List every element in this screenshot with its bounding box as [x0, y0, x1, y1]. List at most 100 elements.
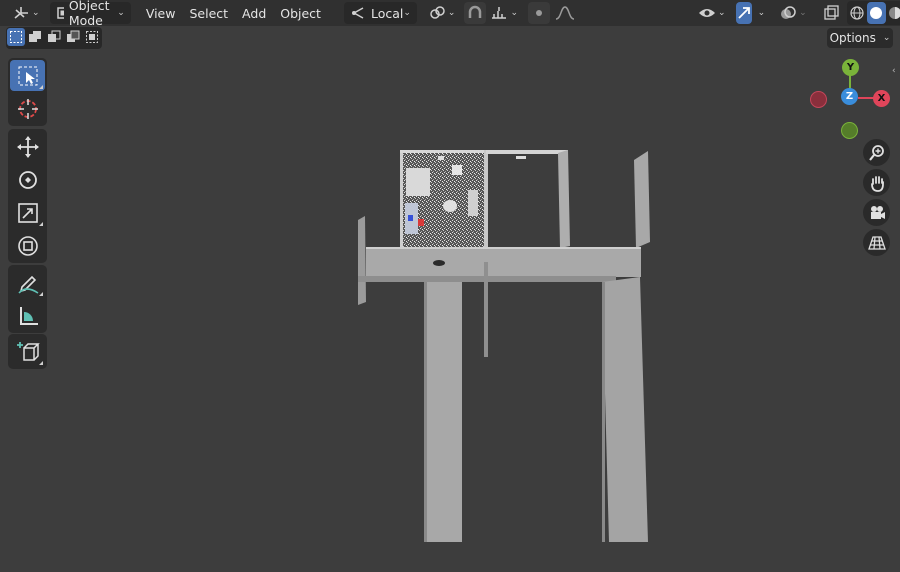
- axes-editor-icon: [14, 7, 28, 19]
- orientation-icon: [351, 7, 364, 19]
- material-sphere-icon: [889, 7, 900, 19]
- link-pivot-icon: [430, 6, 445, 19]
- chevron-down-icon[interactable]: ⌄: [758, 8, 766, 18]
- transform-tool[interactable]: [10, 230, 45, 261]
- magnet-icon: [469, 5, 482, 18]
- measure-tool[interactable]: [10, 300, 45, 331]
- eye-icon: [699, 9, 716, 17]
- bed: [406, 168, 430, 196]
- select-difference-button[interactable]: [64, 28, 82, 46]
- axis-z-button[interactable]: Z: [841, 88, 858, 105]
- gizmo-arrow-icon: [737, 7, 750, 19]
- wireframe-sphere-icon: [850, 6, 864, 20]
- axis-neg-y-button[interactable]: [841, 122, 858, 139]
- wireframe-shading-button[interactable]: [848, 2, 867, 24]
- overlays-toggle[interactable]: ⌄: [777, 2, 809, 24]
- select-new-button[interactable]: [7, 28, 25, 46]
- snap-increment-icon: [492, 7, 507, 19]
- scene-render: [358, 150, 650, 542]
- scale-tool[interactable]: [10, 197, 45, 228]
- menu-object[interactable]: Object: [273, 6, 328, 21]
- transform-orientation-dropdown[interactable]: Local ⌄: [343, 2, 417, 24]
- falloff-curve-icon: [555, 6, 575, 20]
- add-cube-icon: [16, 341, 40, 361]
- axis-x-line: [858, 97, 874, 99]
- chevron-down-icon: ⌄: [403, 8, 411, 18]
- xray-toggle[interactable]: [821, 2, 841, 24]
- hand-pan-icon: [870, 175, 884, 192]
- select-difference-icon: [67, 30, 80, 42]
- solid-sphere-icon: [870, 7, 883, 19]
- cursor-tool[interactable]: [10, 93, 45, 124]
- move-tool[interactable]: [10, 131, 45, 162]
- toolbar-group-transform: [8, 129, 47, 263]
- object-mode-icon: [56, 7, 64, 19]
- snap-toggle[interactable]: [464, 2, 487, 24]
- measure-icon: [19, 306, 38, 325]
- select-mode-buttons: [6, 27, 102, 49]
- editor-type-button[interactable]: ⌄: [8, 2, 44, 24]
- rotate-icon: [18, 170, 37, 189]
- zoom-icon: [868, 144, 884, 161]
- toolbar-group-add: [8, 334, 47, 369]
- axis-y-button[interactable]: Y: [842, 59, 859, 76]
- toolbar-group-select: [8, 58, 47, 126]
- chevron-down-icon: ⌄: [447, 8, 456, 18]
- annotate-icon: [17, 275, 38, 294]
- select-extend-icon: [29, 31, 41, 42]
- select-extend-button[interactable]: [26, 28, 44, 46]
- mode-dropdown[interactable]: Object Mode ⌄: [49, 0, 131, 28]
- scale-icon: [17, 202, 38, 223]
- menu-add[interactable]: Add: [235, 6, 273, 21]
- pan-button[interactable]: [863, 169, 890, 196]
- pivot-point-button[interactable]: ⌄: [425, 2, 459, 24]
- chevron-down-icon: ⌄: [32, 8, 40, 18]
- select-box-tool[interactable]: [10, 60, 45, 91]
- select-new-icon: [10, 31, 22, 43]
- menu-select[interactable]: Select: [182, 6, 235, 21]
- chevron-down-icon: ⌄: [718, 8, 726, 18]
- mode-label: Object Mode: [68, 0, 110, 28]
- chevron-down-icon: ⌄: [510, 8, 519, 18]
- perspective-grid-icon: [867, 235, 886, 250]
- visibility-dropdown[interactable]: ⌄: [696, 2, 728, 24]
- select-subtract-icon: [48, 30, 61, 42]
- axis-neg-x-button[interactable]: [810, 91, 827, 108]
- material-shading-button[interactable]: [886, 2, 900, 24]
- options-dropdown[interactable]: Options ⌄: [827, 28, 893, 48]
- menu-view[interactable]: View: [139, 6, 183, 21]
- snap-target-dropdown[interactable]: ⌄: [488, 2, 520, 24]
- add-cube-tool[interactable]: [10, 336, 45, 367]
- xray-icon: [824, 5, 839, 20]
- chevron-down-icon: ⌄: [799, 8, 807, 18]
- annotate-tool[interactable]: [10, 267, 45, 298]
- chevron-down-icon: ⌄: [882, 33, 891, 43]
- gizmo-toggle[interactable]: [735, 2, 752, 24]
- viewport-header: ⌄ Object Mode ⌄ View Select Add Object L…: [0, 0, 900, 28]
- select-subtract-button[interactable]: [45, 28, 63, 46]
- axis-x-button[interactable]: X: [873, 90, 890, 107]
- 3d-viewport[interactable]: ⌄ Object Mode ⌄ View Select Add Object L…: [0, 0, 900, 572]
- transform-icon: [17, 235, 38, 256]
- overlays-icon: [781, 6, 796, 19]
- select-intersect-button[interactable]: [83, 28, 101, 46]
- falloff-dropdown[interactable]: [552, 2, 578, 24]
- options-label: Options: [829, 31, 876, 45]
- camera-icon: [870, 205, 885, 219]
- sidebar-toggle-icon[interactable]: ‹: [892, 66, 896, 76]
- perspective-toggle-button[interactable]: [863, 229, 890, 256]
- proportional-dot-icon: [536, 10, 543, 16]
- solid-shading-button[interactable]: [866, 2, 886, 24]
- cursor-icon: [17, 98, 38, 119]
- camera-view-button[interactable]: [863, 199, 890, 226]
- move-icon: [16, 135, 39, 158]
- header-menus: View Select Add Object: [139, 6, 328, 21]
- select-intersect-icon: [86, 31, 98, 43]
- zoom-button[interactable]: [863, 139, 890, 166]
- select-box-icon: [18, 66, 37, 85]
- shading-buttons: [846, 1, 900, 25]
- toolbar-group-annotate: [8, 265, 47, 333]
- chevron-down-icon: ⌄: [117, 8, 125, 18]
- proportional-editing-toggle[interactable]: [528, 2, 551, 24]
- rotate-tool[interactable]: [10, 164, 45, 195]
